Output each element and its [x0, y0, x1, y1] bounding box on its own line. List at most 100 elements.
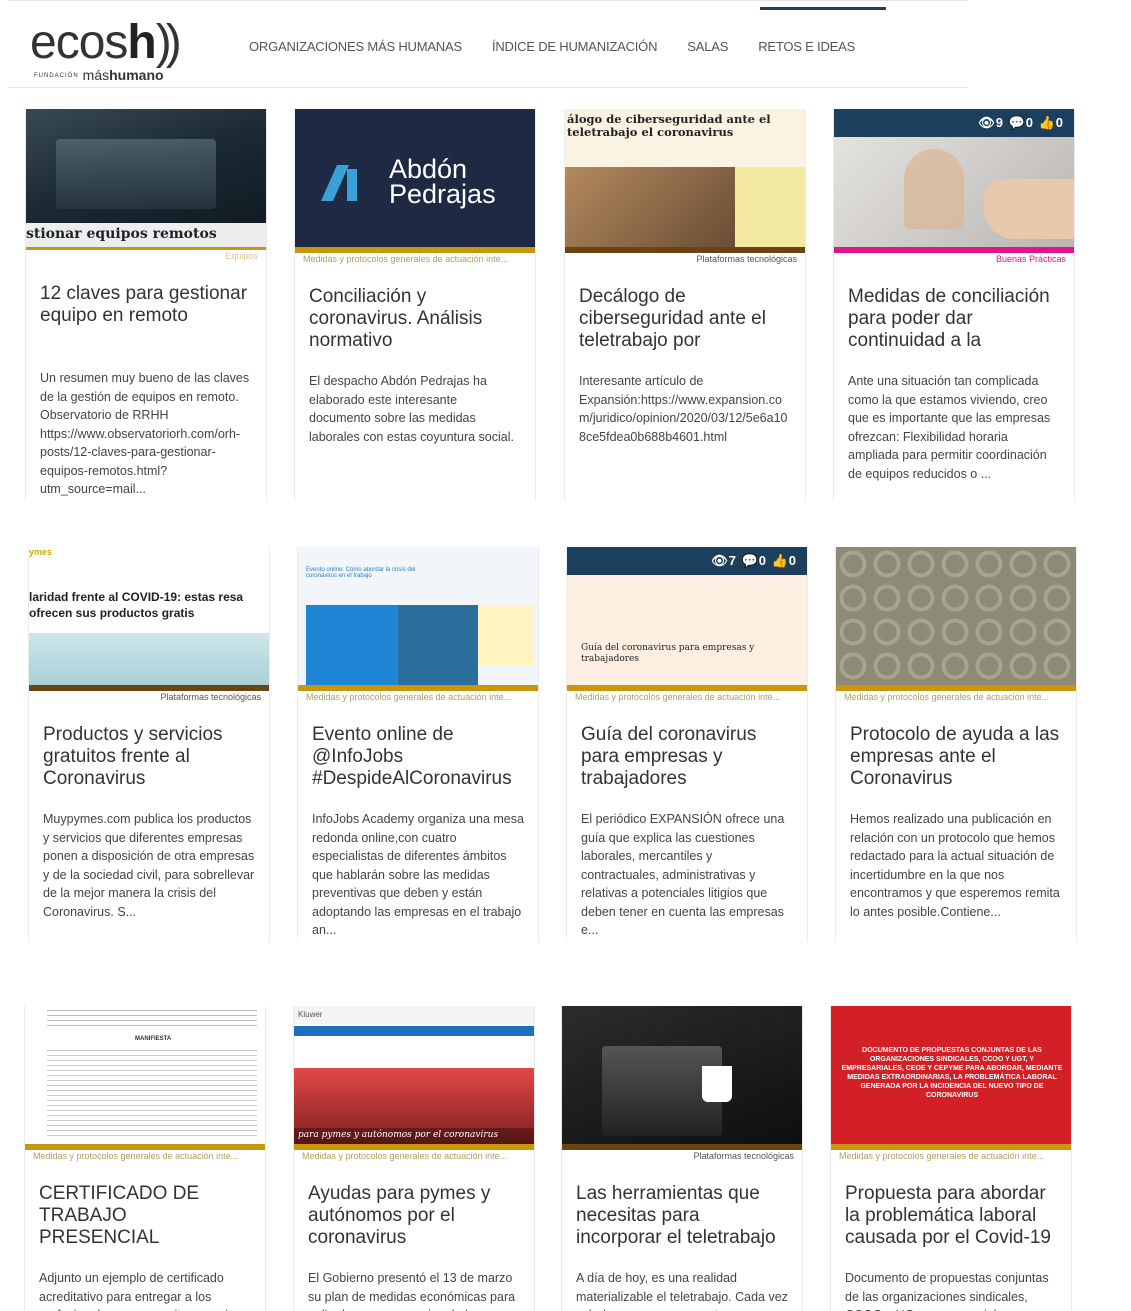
- logo-wordmark: ecosh)): [30, 15, 182, 71]
- card-description: El Gobierno presentó el 13 de marzo su p…: [308, 1271, 516, 1311]
- nav-active-indicator: [760, 7, 886, 10]
- image-caption: stionar equipos remotos: [26, 223, 266, 247]
- site-logo[interactable]: ecosh)) FUNDACIÓN máshumano: [30, 15, 230, 85]
- card-description: Ante una situación tan complicada como l…: [848, 374, 1051, 481]
- card-image[interactable]: [836, 547, 1076, 685]
- document-heading: MANIFIESTA: [135, 1036, 172, 1042]
- logo-light: ecos: [30, 16, 128, 69]
- card-category[interactable]: Medidas y protocolos generales de actuac…: [836, 691, 1076, 704]
- card-image[interactable]: álogo de ciberseguridad ante el teletrab…: [565, 109, 805, 247]
- card-title[interactable]: 12 claves para gestionar equipo en remot…: [26, 283, 266, 349]
- source-logo: ymes: [29, 547, 53, 557]
- card-category[interactable]: Medidas y protocolos generales de actuac…: [298, 691, 538, 704]
- card-description: Hemos realizado una publicación en relac…: [850, 812, 1060, 919]
- card-description: InfoJobs Academy organiza una mesa redon…: [312, 812, 524, 937]
- card-description: El periódico EXPANSIÓN ofrece una guía q…: [581, 812, 785, 937]
- card-category[interactable]: Plataformas tecnológicas: [565, 253, 805, 266]
- card-stats: 👁7 💬0 👍0: [711, 553, 797, 568]
- cup-shape: [702, 1066, 732, 1102]
- site-bar: Kluwer: [294, 1006, 534, 1024]
- card[interactable]: ymes laridad frente al COVID-19: estas r…: [28, 547, 270, 942]
- side-ad: [478, 605, 534, 665]
- logo-parens: )): [155, 16, 182, 69]
- abdon-logo-mark: [321, 165, 367, 201]
- main-nav: ORGANIZACIONES MÁS HUMANAS ÍNDICE DE HUM…: [249, 39, 885, 54]
- card-image[interactable]: ymes laridad frente al COVID-19: estas r…: [29, 547, 269, 685]
- ap-logo-icon: [321, 165, 357, 201]
- card-description: El despacho Abdón Pedrajas ha elaborado …: [309, 374, 514, 444]
- logo-sub-small: FUNDACIÓN: [34, 73, 79, 80]
- card-image[interactable]: MANIFIESTA: [25, 1006, 265, 1144]
- nav-item-salas[interactable]: SALAS: [687, 39, 728, 54]
- card-description: A día de hoy, es una realidad materializ…: [576, 1271, 788, 1311]
- card-category[interactable]: Buenas Prácticas: [834, 253, 1074, 266]
- card-image[interactable]: 👁7 💬0 👍0 Guía del coronavirus para empre…: [567, 547, 807, 685]
- site-header: ecosh)) FUNDACIÓN máshumano ORGANIZACIONE…: [8, 0, 968, 88]
- card-category[interactable]: Plataformas tecnológicas: [29, 691, 269, 704]
- card-description: Documento de propuestas conjuntas de las…: [845, 1271, 1049, 1311]
- card-title[interactable]: Ayudas para pymes y autónomos por el cor…: [294, 1183, 534, 1249]
- card[interactable]: 👁7 💬0 👍0 Guía del coronavirus para empre…: [566, 547, 808, 942]
- banner-caption: para pymes y autónomos por el coronaviru…: [294, 1128, 534, 1144]
- card-title[interactable]: CERTIFICADO DE TRABAJO PRESENCIAL: [25, 1183, 265, 1249]
- card[interactable]: Abdón Pedrajas Medidas y protocolos gene…: [294, 109, 536, 501]
- document-body: [47, 1050, 257, 1140]
- card-title[interactable]: Productos y servicios gratuitos frente a…: [29, 724, 269, 790]
- site-nav: [294, 1026, 534, 1036]
- logo-subtitle: FUNDACIÓN máshumano: [34, 67, 164, 83]
- card-category[interactable]: Medidas y protocolos generales de actuac…: [567, 691, 807, 704]
- card[interactable]: Plataformas tecnológicas Las herramienta…: [561, 1006, 803, 1311]
- logo-sub-light: más: [82, 67, 110, 83]
- card-image[interactable]: Kluwer para pymes y autónomos por el cor…: [294, 1006, 534, 1144]
- card[interactable]: 👁9 💬0 👍0 Buenas Prácticas Medidas de con…: [833, 109, 1075, 501]
- card-title[interactable]: Evento online de @InfoJobs #DespideAlCor…: [298, 724, 538, 790]
- card-description: Adjunto un ejemplo de certificado acredi…: [39, 1271, 232, 1311]
- image-headline: álogo de ciberseguridad ante el teletrab…: [567, 112, 771, 139]
- card[interactable]: Medidas y protocolos generales de actuac…: [835, 547, 1077, 942]
- card[interactable]: DOCUMENTO DE PROPUESTAS CONJUNTAS DE LAS…: [830, 1006, 1072, 1311]
- card-description: Interesante artículo de Expansión:https:…: [579, 374, 788, 444]
- card-category[interactable]: Medidas y protocolos generales de actuac…: [295, 253, 535, 266]
- tree-photo: [29, 633, 269, 685]
- logo-bold: h: [127, 16, 156, 69]
- card[interactable]: MANIFIESTA Medidas y protocolos generale…: [24, 1006, 266, 1311]
- card-image[interactable]: stionar equipos remotos: [26, 109, 266, 247]
- card-title[interactable]: Protocolo de ayuda a las empresas ante e…: [836, 724, 1076, 790]
- card[interactable]: Evento online: Cómo abordar la crisis de…: [297, 547, 539, 942]
- card-title[interactable]: Decálogo de ciberseguridad ante el telet…: [565, 286, 805, 352]
- image-headline: laridad frente al COVID-19: estas resa o…: [29, 590, 244, 620]
- card-image[interactable]: Abdón Pedrajas: [295, 109, 535, 247]
- card-category[interactable]: Plataformas tecnológicas: [562, 1150, 802, 1163]
- card-category[interactable]: Medidas y protocolos generales de actuac…: [25, 1150, 265, 1163]
- card-category[interactable]: Medidas y protocolos generales de actuac…: [294, 1150, 534, 1163]
- card-image[interactable]: Evento online: Cómo abordar la crisis de…: [298, 547, 538, 685]
- card-image[interactable]: 👁9 💬0 👍0: [834, 109, 1074, 247]
- nav-item-organizaciones[interactable]: ORGANIZACIONES MÁS HUMANAS: [249, 39, 462, 54]
- speaker-photo: [398, 605, 478, 685]
- card-image[interactable]: DOCUMENTO DE PROPUESTAS CONJUNTAS DE LAS…: [831, 1006, 1071, 1144]
- abdon-logo-text: Abdón Pedrajas: [389, 154, 496, 209]
- card-category[interactable]: Medidas y protocolos generales de actuac…: [831, 1150, 1071, 1163]
- image-headline: Guía del coronavirus para empresas y tra…: [581, 643, 755, 664]
- logo-sub-bold: humano: [109, 67, 164, 83]
- image-document-title: DOCUMENTO DE PROPUESTAS CONJUNTAS DE LAS…: [841, 1047, 1063, 1099]
- document-lines: [47, 1010, 257, 1028]
- card-description: Un resumen muy bueno de las claves de la…: [40, 371, 250, 496]
- side-panel: [735, 167, 805, 247]
- card-title[interactable]: Conciliación y coronavirus. Análisis nor…: [295, 286, 535, 352]
- nav-item-indice[interactable]: ÍNDICE DE HUMANIZACIÓN: [492, 39, 658, 54]
- card-title[interactable]: Medidas de conciliación para poder dar c…: [834, 286, 1074, 352]
- image-headline: Evento online: Cómo abordar la crisis de…: [306, 567, 416, 579]
- card-title[interactable]: Las herramientas que necesitas para inco…: [562, 1183, 802, 1249]
- card[interactable]: álogo de ciberseguridad ante el teletrab…: [564, 109, 806, 501]
- card-description: Muypymes.com publica los productos y ser…: [43, 812, 255, 919]
- nav-item-retos[interactable]: RETOS E IDEAS: [758, 39, 855, 54]
- card-category[interactable]: Equipos: [26, 250, 266, 263]
- laptop-photo: [565, 167, 735, 247]
- card-title[interactable]: Propuesta para abordar la problemática l…: [831, 1183, 1071, 1249]
- card[interactable]: stionar equipos remotos Equipos 12 clave…: [25, 109, 267, 501]
- card[interactable]: Kluwer para pymes y autónomos por el cor…: [293, 1006, 535, 1311]
- card-image[interactable]: [562, 1006, 802, 1144]
- card-title[interactable]: Guía del coronavirus para empresas y tra…: [567, 724, 807, 790]
- child-figure: [904, 149, 964, 229]
